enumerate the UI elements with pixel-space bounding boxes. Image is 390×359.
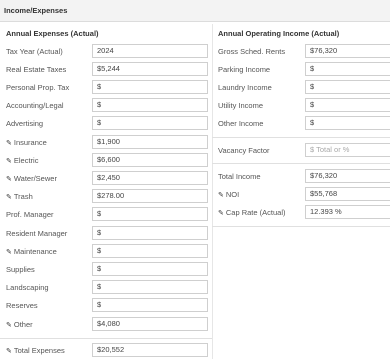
vacancy-vacancy-factor-label: Vacancy Factor <box>218 146 270 155</box>
income-total-total-income-label: Total Income <box>218 172 261 181</box>
income-label-text: Other Income <box>218 119 264 129</box>
income-total-label-text: NOI <box>225 190 240 200</box>
expense-accounting-legal-label: Accounting/Legal <box>6 101 64 110</box>
income-label-text: Parking Income <box>218 64 271 74</box>
expense-resident-manager-label: Resident Manager <box>6 229 67 238</box>
expense-label-text: Tax Year (Actual) <box>6 46 63 56</box>
pencil-icon[interactable]: ✎ <box>6 249 12 256</box>
expense-maintenance-label: ✎ Maintenance <box>6 247 57 256</box>
pencil-icon[interactable]: ✎ <box>6 348 12 355</box>
expenses-heading: Annual Expenses (Actual) <box>6 29 99 38</box>
expense-label-text: Water/Sewer <box>13 173 57 183</box>
income-label-text: Laundry Income <box>218 82 272 92</box>
expense-insurance-input[interactable]: $1,900 <box>92 134 208 149</box>
expense-total-label-text: Total Expenses <box>13 346 65 355</box>
income-gross-sched-rents-input[interactable]: $76,320 <box>305 43 390 58</box>
income-total-label-text: Cap Rate (Actual) <box>225 208 286 218</box>
expense-label-text: Electric <box>13 155 39 165</box>
income-label-text: Gross Sched. Rents <box>218 46 286 56</box>
expense-landscaping-label: Landscaping <box>6 283 49 292</box>
expense-electric-input[interactable]: $6,600 <box>92 152 208 167</box>
expense-trash-input[interactable]: $278.00 <box>92 189 208 204</box>
expense-label-text: Prof. Manager <box>6 210 54 220</box>
pencil-icon[interactable]: ✎ <box>218 192 224 199</box>
expense-accounting-legal-input[interactable]: $ <box>92 98 208 113</box>
expense-water-sewer-input[interactable]: $2,450 <box>92 170 208 185</box>
expense-trash-label: ✎ Trash <box>6 192 33 201</box>
income-laundry-income-input[interactable]: $ <box>305 79 390 94</box>
expense-resident-manager-input[interactable]: $ <box>92 225 208 240</box>
expense-water-sewer-label: ✎ Water/Sewer <box>6 174 57 183</box>
pencil-icon[interactable]: ✎ <box>6 140 12 147</box>
expense-total-total-expenses-input[interactable]: $20,552 <box>92 343 208 357</box>
income-other-income-input[interactable]: $ <box>305 116 390 131</box>
income-divider-2 <box>212 163 390 164</box>
expense-insurance-label: ✎ Insurance <box>6 138 47 147</box>
expense-real-estate-taxes-input[interactable]: $5,244 <box>92 61 208 76</box>
expense-reserves-input[interactable]: $ <box>92 298 208 313</box>
expense-tax-year-actual-input[interactable]: 2024 <box>92 43 208 58</box>
expense-advertising-input[interactable]: $ <box>92 116 208 131</box>
pencil-icon[interactable]: ✎ <box>218 210 224 217</box>
income-laundry-income-label: Laundry Income <box>218 83 272 92</box>
income-total-noi-label: ✎ NOI <box>218 190 239 199</box>
expense-tax-year-actual-label: Tax Year (Actual) <box>6 47 63 56</box>
income-utility-income-input[interactable]: $ <box>305 98 390 113</box>
income-parking-income-input[interactable]: $ <box>305 61 390 76</box>
income-gross-sched-rents-label: Gross Sched. Rents <box>218 47 285 56</box>
income-divider-3 <box>212 226 390 227</box>
expense-label-text: Resident Manager <box>6 228 68 238</box>
expense-electric-label: ✎ Electric <box>6 156 38 165</box>
expense-landscaping-input[interactable]: $ <box>92 280 208 295</box>
expense-label-text: Personal Prop. Tax <box>6 82 70 92</box>
expense-supplies-label: Supplies <box>6 265 35 274</box>
income-total-noi-input[interactable]: $55,768 <box>305 187 390 202</box>
panel-title: Income/Expenses <box>4 6 68 15</box>
income-total-cap-rate-actual-label: ✎ Cap Rate (Actual) <box>218 208 285 217</box>
expense-label-text: Supplies <box>6 264 35 274</box>
vacancy-vacancy-factor-input[interactable]: $ Total or % <box>305 143 390 157</box>
expense-label-text: Accounting/Legal <box>6 101 64 111</box>
expense-label-text: Other <box>13 319 33 329</box>
expense-label-text: Advertising <box>6 119 44 129</box>
income-divider-1 <box>212 137 390 138</box>
pencil-icon[interactable]: ✎ <box>6 322 12 329</box>
expense-supplies-input[interactable]: $ <box>92 261 208 276</box>
expense-maintenance-input[interactable]: $ <box>92 243 208 258</box>
expense-label-text: Trash <box>13 192 33 202</box>
expense-reserves-label: Reserves <box>6 301 38 310</box>
income-total-cap-rate-actual-input[interactable]: 12.393 % <box>305 205 390 220</box>
pencil-icon[interactable]: ✎ <box>6 158 12 165</box>
expense-real-estate-taxes-label: Real Estate Taxes <box>6 65 66 74</box>
expense-advertising-label: Advertising <box>6 119 43 128</box>
income-label-text: Utility Income <box>218 101 264 111</box>
income-parking-income-label: Parking Income <box>218 65 270 74</box>
expense-label-text: Maintenance <box>13 246 57 256</box>
expense-personal-prop-tax-input[interactable]: $ <box>92 79 208 94</box>
expense-personal-prop-tax-label: Personal Prop. Tax <box>6 83 69 92</box>
income-expenses-panel: Income/Expenses Annual Expenses (Actual)… <box>0 0 390 359</box>
income-other-income-label: Other Income <box>218 119 263 128</box>
expense-label-text: Real Estate Taxes <box>6 64 67 74</box>
panel-title-bar: Income/Expenses <box>0 0 390 22</box>
expense-total-total-expenses-label: ✎ Total Expenses <box>6 346 65 355</box>
expense-prof-manager-label: Prof. Manager <box>6 210 54 219</box>
vacancy-label-text: Vacancy Factor <box>218 146 270 155</box>
expense-prof-manager-input[interactable]: $ <box>92 207 208 222</box>
expense-label-text: Insurance <box>13 137 47 147</box>
income-utility-income-label: Utility Income <box>218 101 263 110</box>
income-total-label-text: Total Income <box>218 172 261 181</box>
expense-other-input[interactable]: $4,080 <box>92 316 208 331</box>
income-heading: Annual Operating Income (Actual) <box>218 29 340 38</box>
expense-other-label: ✎ Other <box>6 320 33 329</box>
expenses-total-divider <box>0 338 212 339</box>
pencil-icon[interactable]: ✎ <box>6 194 12 201</box>
income-total-total-income-input[interactable]: $76,320 <box>305 169 390 183</box>
expense-label-text: Landscaping <box>6 283 49 293</box>
expense-label-text: Reserves <box>6 301 38 311</box>
column-divider <box>212 24 213 359</box>
pencil-icon[interactable]: ✎ <box>6 176 12 183</box>
